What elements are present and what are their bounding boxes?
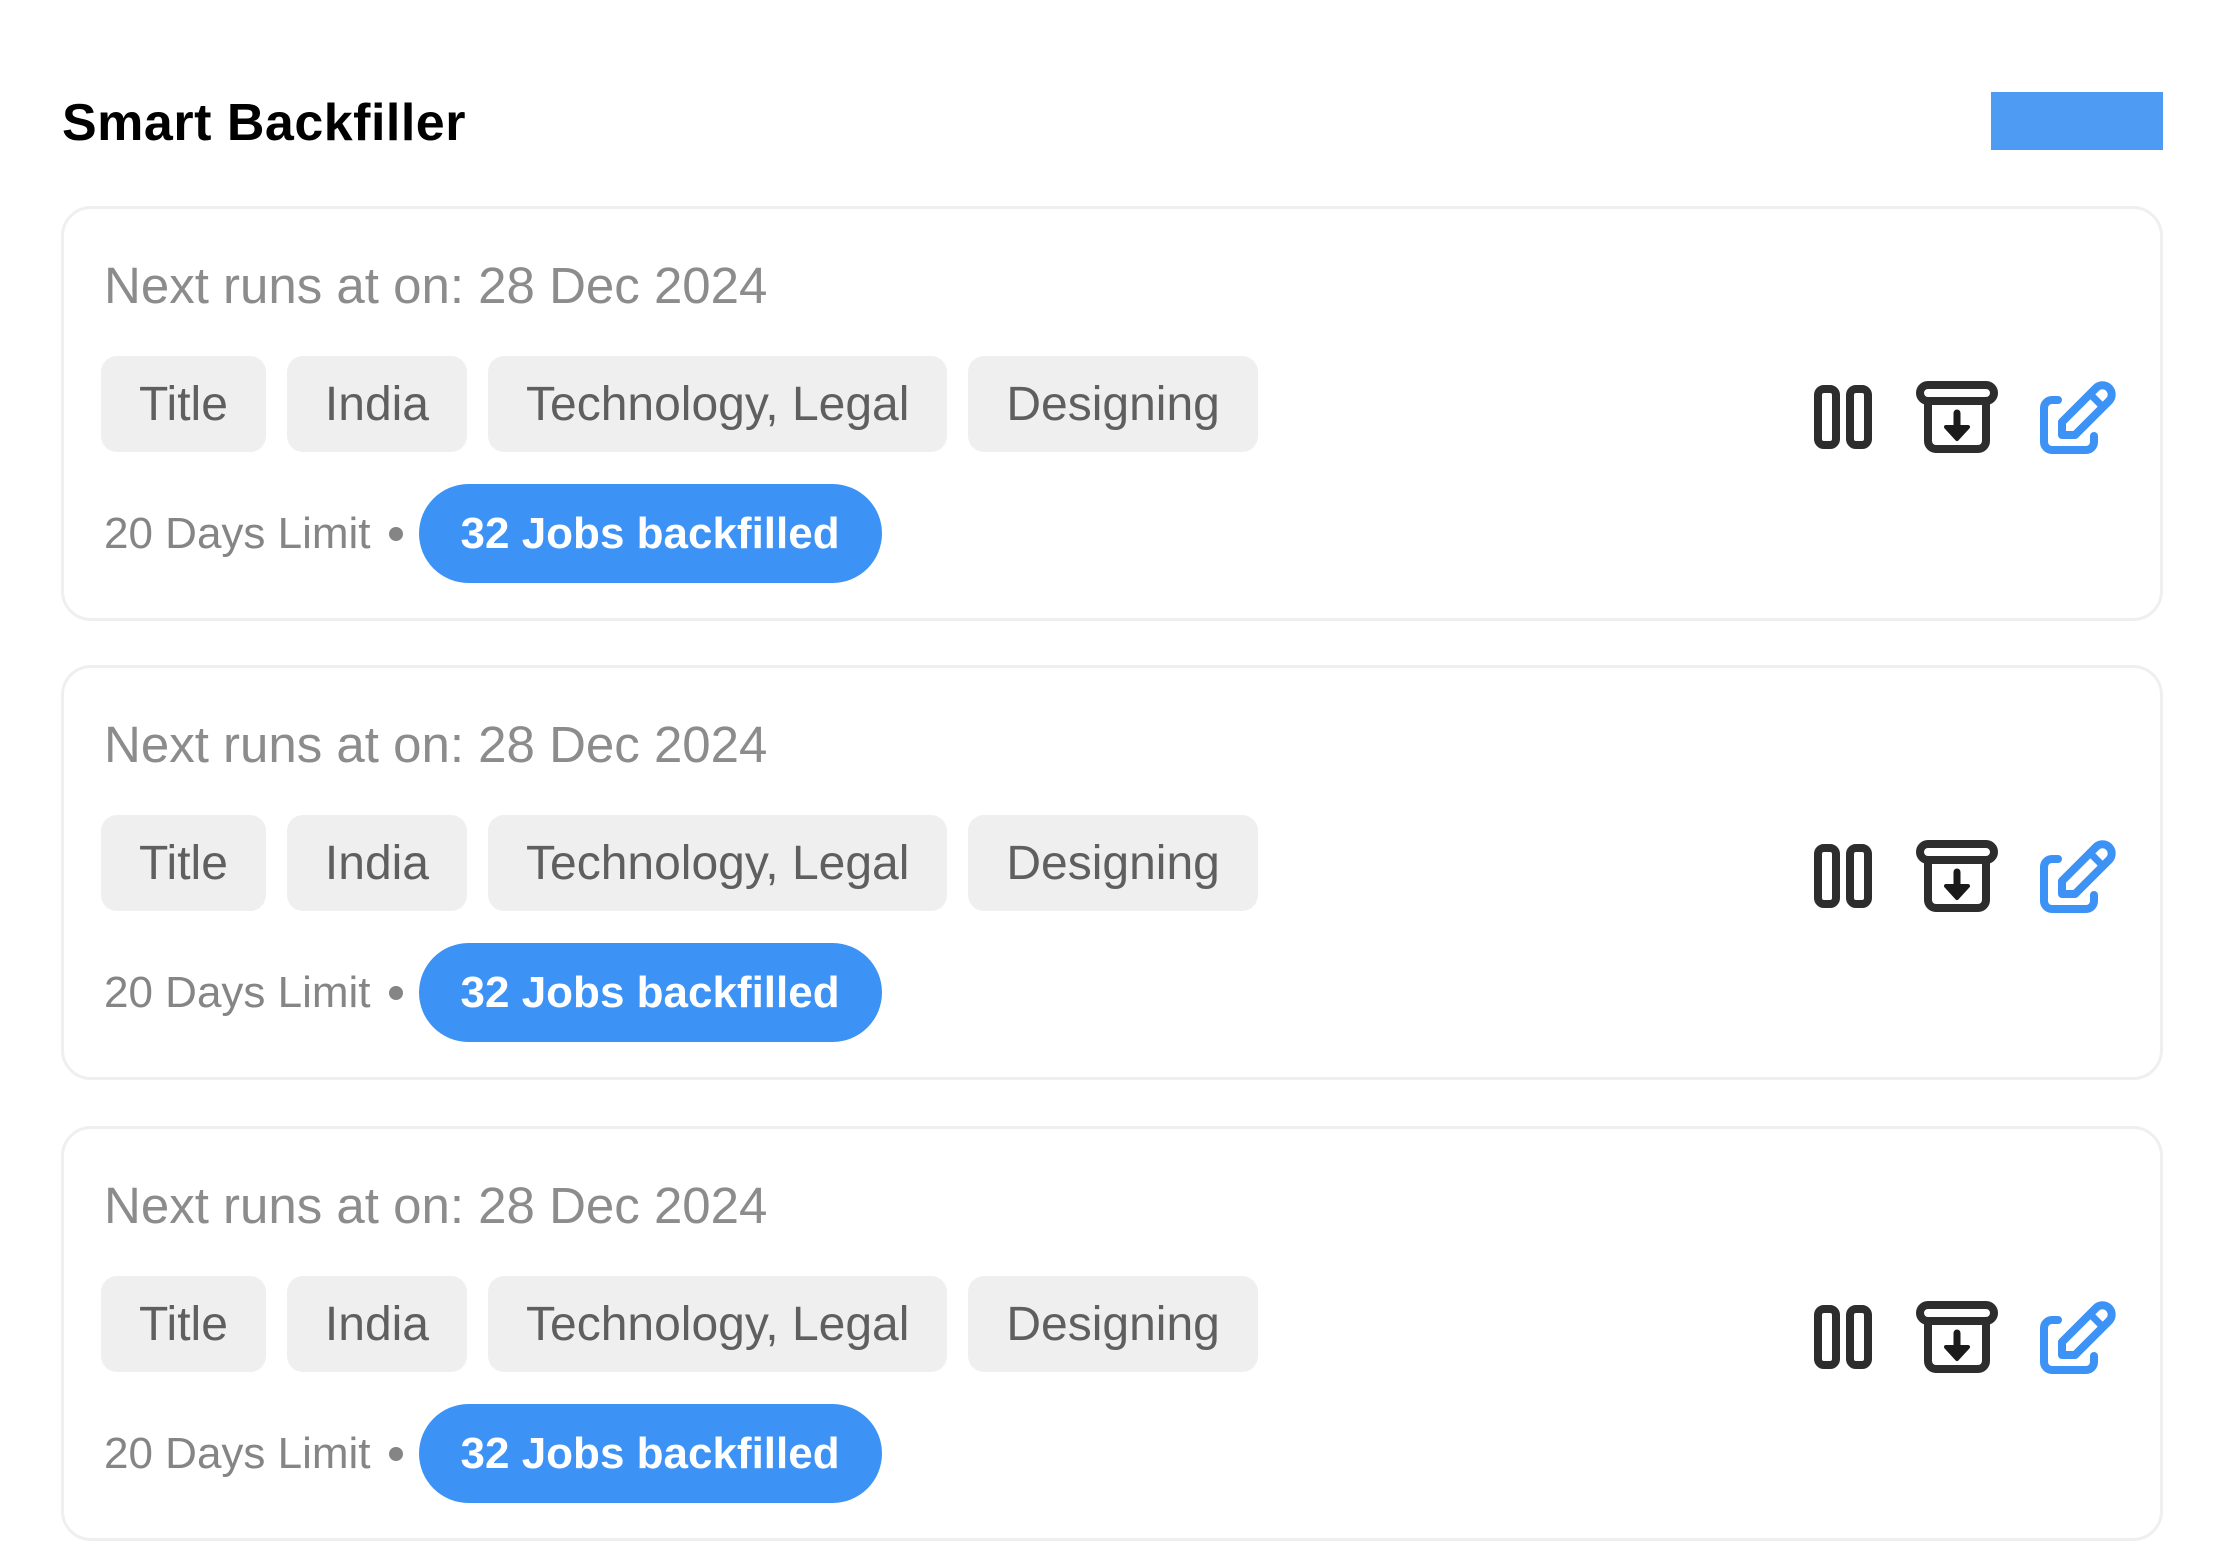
edit-button[interactable] — [2036, 378, 2116, 456]
tag-title: Title — [101, 1276, 266, 1372]
jobs-backfilled-badge[interactable]: 32 Jobs backfilled — [418, 484, 882, 583]
meta-row: 20 Days Limit 32 Jobs backfilled — [104, 484, 882, 583]
meta-row: 20 Days Limit 32 Jobs backfilled — [104, 943, 882, 1042]
archive-button[interactable] — [1916, 381, 1998, 455]
separator-dot — [388, 985, 403, 1000]
backfiller-card: Next runs at on: 28 Dec 2024 Title India… — [61, 665, 2163, 1080]
tag-location: India — [286, 815, 467, 911]
pause-icon — [1814, 844, 1872, 908]
tag-location: India — [286, 356, 467, 452]
header-action-button[interactable] — [1991, 92, 2163, 150]
backfiller-card: Next runs at on: 28 Dec 2024 Title India… — [61, 206, 2163, 621]
meta-row: 20 Days Limit 32 Jobs backfilled — [104, 1404, 882, 1503]
next-run-label: Next runs at on: 28 Dec 2024 — [104, 1177, 768, 1234]
tag-title: Title — [101, 356, 266, 452]
pause-button[interactable] — [1814, 844, 1872, 908]
pause-icon — [1814, 1305, 1872, 1369]
edit-button[interactable] — [2036, 1298, 2116, 1376]
page-title: Smart Backfiller — [62, 94, 466, 152]
tag-function: Designing — [968, 1276, 1258, 1372]
tag-industry: Technology, Legal — [488, 815, 948, 911]
pause-icon — [1814, 385, 1872, 449]
jobs-backfilled-badge[interactable]: 32 Jobs backfilled — [418, 1404, 882, 1503]
tag-list: Title India Technology, Legal Designing — [101, 356, 1258, 452]
edit-icon — [2040, 1301, 2116, 1374]
tag-industry: Technology, Legal — [488, 1276, 948, 1372]
edit-button[interactable] — [2036, 837, 2116, 915]
archive-icon — [1916, 381, 1998, 453]
separator-dot — [388, 1446, 403, 1461]
days-limit: 20 Days Limit — [104, 1428, 371, 1478]
archive-button[interactable] — [1916, 1301, 1998, 1375]
days-limit: 20 Days Limit — [104, 967, 371, 1017]
tag-list: Title India Technology, Legal Designing — [101, 1276, 1258, 1372]
tag-function: Designing — [968, 815, 1258, 911]
pause-button[interactable] — [1814, 1305, 1872, 1369]
next-run-label: Next runs at on: 28 Dec 2024 — [104, 716, 768, 773]
next-run-label: Next runs at on: 28 Dec 2024 — [104, 257, 768, 314]
pause-button[interactable] — [1814, 385, 1872, 449]
archive-icon — [1916, 1301, 1998, 1373]
tag-industry: Technology, Legal — [488, 356, 948, 452]
edit-icon — [2040, 840, 2116, 913]
tag-location: India — [286, 1276, 467, 1372]
tag-list: Title India Technology, Legal Designing — [101, 815, 1258, 911]
tag-function: Designing — [968, 356, 1258, 452]
tag-title: Title — [101, 815, 266, 911]
jobs-backfilled-badge[interactable]: 32 Jobs backfilled — [418, 943, 882, 1042]
days-limit: 20 Days Limit — [104, 508, 371, 558]
edit-icon — [2040, 381, 2116, 454]
archive-icon — [1916, 840, 1998, 912]
separator-dot — [388, 526, 403, 541]
archive-button[interactable] — [1916, 840, 1998, 914]
backfiller-card: Next runs at on: 28 Dec 2024 Title India… — [61, 1126, 2163, 1541]
